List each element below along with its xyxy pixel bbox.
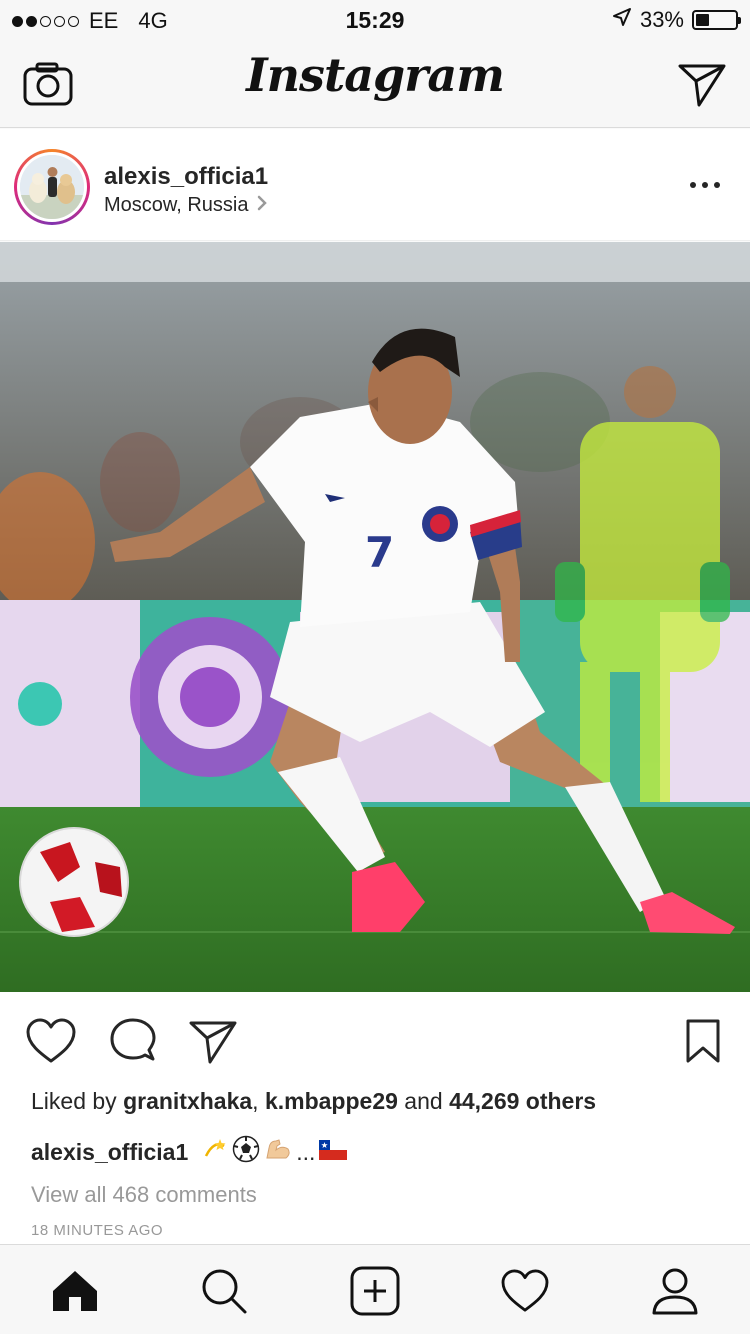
location-label: Moscow, Russia — [104, 194, 249, 216]
profile-icon[interactable] — [647, 1263, 703, 1319]
like-heart-icon[interactable] — [26, 1016, 76, 1066]
post-username[interactable]: alexis_officia1 — [104, 163, 268, 191]
dizzy-icon — [202, 1136, 228, 1168]
post-timestamp: 18 MINUTES AGO — [31, 1222, 164, 1239]
activity-heart-icon[interactable] — [497, 1263, 553, 1319]
likes-and: and — [404, 1088, 443, 1114]
save-bookmark-icon[interactable] — [678, 1016, 728, 1066]
avatar[interactable] — [14, 149, 90, 225]
status-right: 33% — [612, 7, 741, 33]
chile-flag-icon — [319, 1139, 348, 1166]
post-header: alexis_officia1 Moscow, Russia — [0, 129, 750, 241]
status-bar: EE 4G 15:29 33% — [0, 0, 750, 40]
search-icon[interactable] — [196, 1263, 252, 1319]
battery-icon — [692, 10, 741, 30]
liker-link-1[interactable]: granitxhaka — [123, 1088, 252, 1114]
share-icon[interactable] — [188, 1016, 238, 1066]
flexed-biceps-icon — [264, 1136, 292, 1168]
svg-text:7: 7 — [365, 528, 394, 577]
action-row — [26, 1016, 726, 1066]
battery-percent: 33% — [639, 7, 684, 32]
caption-ellipsis: ... — [296, 1138, 316, 1165]
view-all-comments-link[interactable]: View all 468 comments — [31, 1182, 257, 1208]
caption-emoji: ... — [202, 1135, 348, 1169]
soccer-ball-icon — [232, 1135, 260, 1169]
add-post-icon[interactable] — [347, 1263, 403, 1319]
top-nav: Instagram — [0, 40, 750, 128]
comment-icon[interactable] — [108, 1016, 158, 1066]
post-caption: alexis_officia1 ... — [31, 1135, 348, 1169]
battery-fill — [696, 14, 709, 26]
direct-message-icon[interactable] — [676, 58, 728, 110]
post-location[interactable]: Moscow, Russia — [104, 194, 267, 217]
bottom-tab-bar — [0, 1244, 750, 1334]
caption-username[interactable]: alexis_officia1 — [31, 1139, 188, 1166]
likes-comma: , — [252, 1088, 259, 1114]
chevron-right-icon — [257, 194, 267, 217]
home-icon[interactable] — [47, 1263, 103, 1319]
post-photo[interactable]: 7 — [0, 242, 750, 992]
liker-link-2[interactable]: k.mbappe29 — [265, 1088, 398, 1114]
likes-prefix: Liked by — [31, 1088, 117, 1114]
instagram-logo: Instagram — [246, 48, 505, 102]
more-options-icon[interactable] — [690, 173, 720, 197]
likes-others-link[interactable]: 44,269 others — [449, 1088, 596, 1114]
post-actions: Liked by granitxhaka, k.mbappe29 and 44,… — [0, 992, 750, 1244]
likes-summary: Liked by granitxhaka, k.mbappe29 and 44,… — [31, 1088, 596, 1115]
location-arrow-icon — [612, 7, 632, 33]
